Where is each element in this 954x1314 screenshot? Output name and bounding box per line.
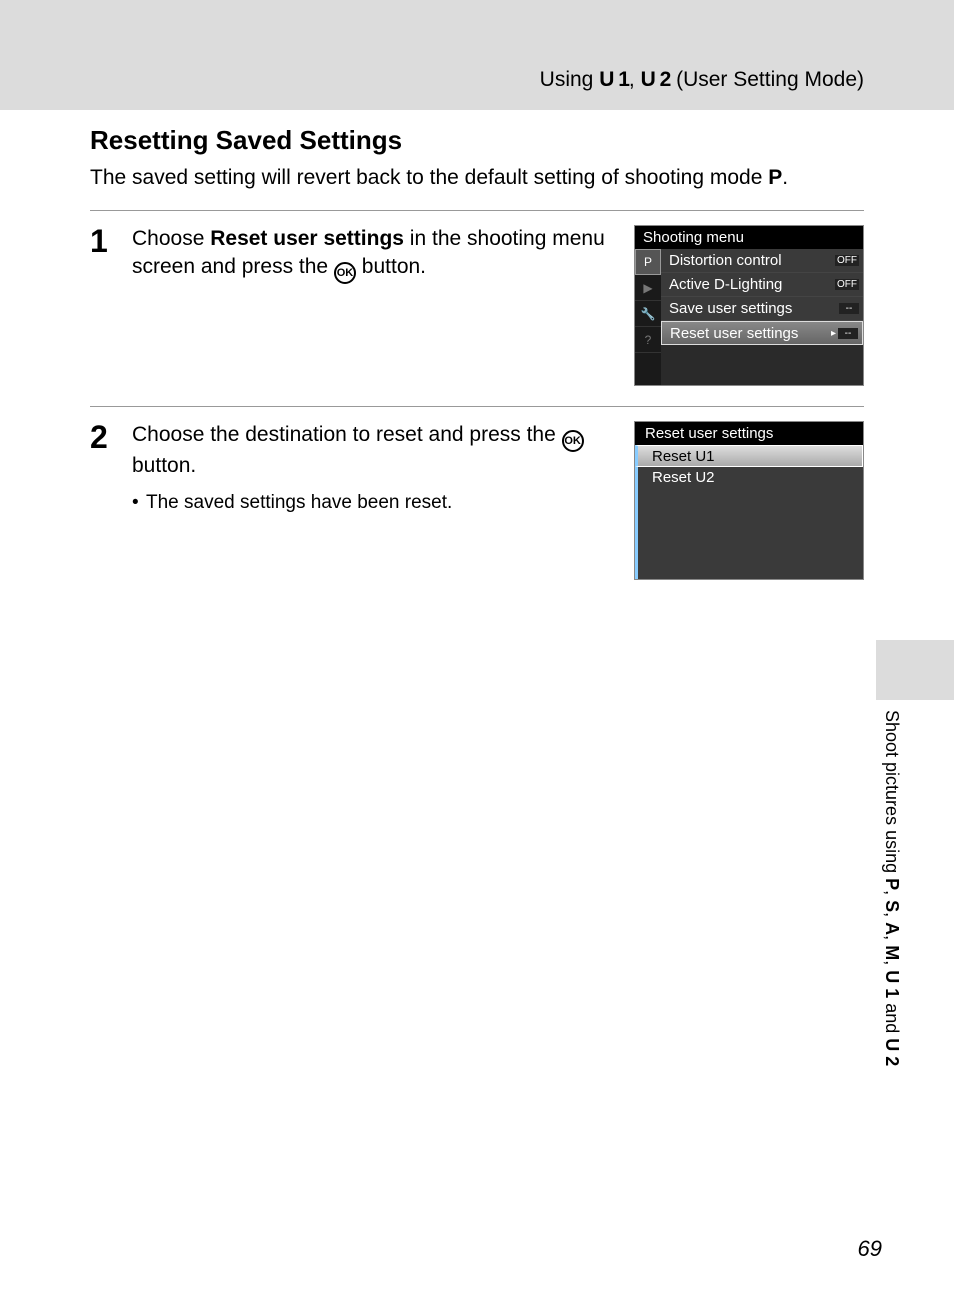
lcd2-row-u1: Reset U1 bbox=[635, 445, 863, 467]
intro-mode: P bbox=[768, 166, 782, 189]
lcd1-row0-val: OFF bbox=[835, 255, 859, 266]
side-and: and bbox=[882, 998, 902, 1038]
side-thumb-tab bbox=[876, 640, 954, 700]
lcd1-row1-label: Active D-Lighting bbox=[669, 276, 782, 293]
ok-button-icon: OK bbox=[562, 430, 584, 452]
lcd1-row2-label: Save user settings bbox=[669, 300, 792, 317]
lcd1-tab-playback: ▶ bbox=[635, 275, 661, 301]
section-title: Resetting Saved Settings bbox=[90, 125, 864, 156]
lcd1-tab-setup: 🔧 bbox=[635, 301, 661, 327]
lcd1-title: Shooting menu bbox=[643, 229, 744, 246]
lcd1-tab-p: P bbox=[635, 249, 661, 275]
side-chapter-label: Shoot pictures using P, S, A, M, U 1 and… bbox=[881, 710, 902, 1090]
lcd-screenshot-2: Reset user settings Reset U1 Reset U2 bbox=[634, 421, 864, 580]
lcd2-blank bbox=[635, 489, 863, 579]
lcd1-row-reset: Reset user settings ▸ -- bbox=[661, 321, 863, 345]
header-sep: , bbox=[629, 68, 641, 91]
side-s: S bbox=[882, 900, 902, 912]
lcd1-row-distortion: Distortion control OFF bbox=[661, 249, 863, 273]
lcd1-row3-arrow: ▸ bbox=[831, 328, 836, 339]
side-a: Shoot pictures using bbox=[882, 710, 902, 878]
step1-d: button. bbox=[356, 255, 426, 278]
side-u2: U 2 bbox=[882, 1038, 902, 1066]
side-a2: A bbox=[882, 922, 902, 935]
header-u2: U 2 bbox=[641, 68, 671, 91]
lcd1-row3-val: -- bbox=[838, 328, 858, 339]
lcd1-row-save: Save user settings -- bbox=[661, 297, 863, 321]
header-u1: U 1 bbox=[599, 68, 629, 91]
page-header: Using U 1, U 2 (User Setting Mode) bbox=[0, 68, 954, 92]
lcd-screenshot-1: Shooting menu P ▶ 🔧 ? Distortion control… bbox=[634, 225, 864, 386]
side-c2: , bbox=[882, 912, 902, 922]
intro-text: The saved setting will revert back to th… bbox=[90, 166, 864, 190]
side-c4: , bbox=[882, 960, 902, 970]
intro-a: The saved setting will revert back to th… bbox=[90, 166, 768, 189]
step-1: 1 Choose Reset user settings in the shoo… bbox=[90, 210, 864, 406]
lcd1-row-dlighting: Active D-Lighting OFF bbox=[661, 273, 863, 297]
lcd2-title: Reset user settings bbox=[635, 422, 863, 445]
lcd2-row-u2: Reset U2 bbox=[635, 467, 863, 489]
step2-bullet: The saved settings have been reset. bbox=[132, 490, 614, 516]
lcd1-title-bar: Shooting menu bbox=[635, 226, 863, 249]
step-2: 2 Choose the destination to reset and pr… bbox=[90, 406, 864, 600]
step-1-text: Choose Reset user settings in the shooti… bbox=[132, 225, 614, 284]
lcd1-tab-help: ? bbox=[635, 327, 661, 353]
lcd1-row3-label: Reset user settings bbox=[670, 325, 798, 342]
ok-button-icon: OK bbox=[334, 262, 356, 284]
step1-b: Reset user settings bbox=[210, 227, 404, 250]
step-1-number: 1 bbox=[90, 225, 114, 386]
header-prefix: Using bbox=[540, 68, 600, 91]
side-p: P bbox=[882, 878, 902, 890]
side-m: M bbox=[882, 945, 902, 960]
step-2-text: Choose the destination to reset and pres… bbox=[132, 421, 614, 516]
side-u1: U 1 bbox=[882, 970, 902, 998]
lcd1-tabs: P ▶ 🔧 ? bbox=[635, 249, 661, 385]
step2-a: Choose the destination to reset and pres… bbox=[132, 423, 562, 446]
intro-b: . bbox=[782, 166, 788, 189]
side-c3: , bbox=[882, 935, 902, 945]
lcd1-row1-val: OFF bbox=[835, 279, 859, 290]
step2-b: button. bbox=[132, 454, 196, 477]
header-gray-band bbox=[0, 0, 954, 110]
step-2-number: 2 bbox=[90, 421, 114, 580]
step1-a: Choose bbox=[132, 227, 210, 250]
lcd1-row0-label: Distortion control bbox=[669, 252, 782, 269]
lcd1-blank bbox=[661, 345, 863, 385]
lcd1-row2-val: -- bbox=[839, 303, 859, 314]
page-number: 69 bbox=[858, 1236, 882, 1262]
header-suffix: (User Setting Mode) bbox=[670, 68, 864, 91]
side-c1: , bbox=[882, 890, 902, 900]
